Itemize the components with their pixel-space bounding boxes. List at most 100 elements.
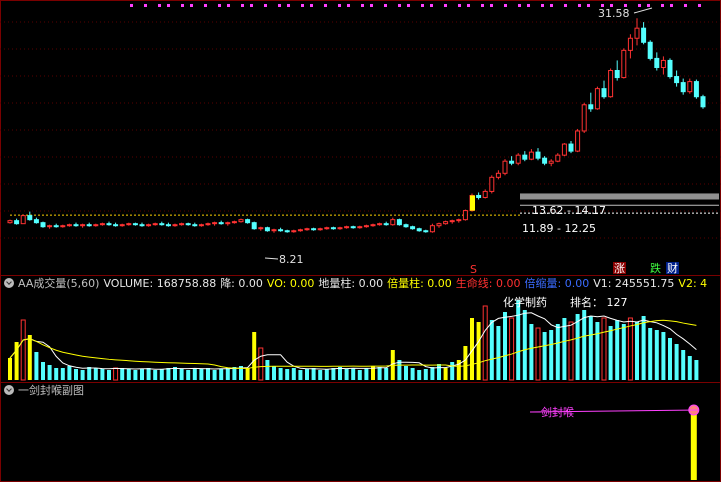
signal-dot [684,4,687,7]
volume-bar [324,369,329,380]
candle [278,229,284,232]
signal-dot [670,4,673,7]
candle [647,41,653,59]
candle [377,223,383,226]
candle [476,194,482,198]
candle [324,227,330,230]
volume-bar [219,369,224,380]
candle [443,221,449,225]
candle [311,228,317,231]
candle [614,70,620,79]
chart-canvas: 31.58 8.21 13.62 - 14.17 11.89 - 12.25 S 涨 跌财化… [0,0,721,482]
fall-label: 跌 [650,261,661,275]
signal-dot [661,4,664,7]
candle [390,219,396,226]
candle [33,219,39,224]
volume-bar [641,316,646,380]
volume-bar [430,367,435,380]
candle [396,219,402,226]
candle [482,190,488,198]
volume-bar [575,314,580,380]
signal-dot [384,4,387,7]
low-price-pointer [264,257,279,260]
signal-dot [481,4,484,7]
candle [654,57,660,68]
volume-ma60-line [9,319,697,369]
volume-bar [357,370,362,380]
legend-item: 倍缩量: 0.00 [524,277,590,290]
candle [205,223,211,226]
collapse-icon[interactable] [4,278,14,288]
signal-dot [444,4,447,7]
candle [330,227,336,230]
collapse-icon[interactable] [4,385,14,395]
candle [146,224,152,227]
candle [674,76,680,84]
candle [495,172,501,178]
candle [60,225,66,228]
volume-bar [562,318,567,380]
signal-dot [564,4,567,7]
volume-bar [186,370,191,380]
candle [258,227,264,230]
candle [667,59,673,78]
high-price-pointer [633,7,653,14]
candle [27,215,33,221]
volume-bar [93,368,98,380]
candle [66,224,72,227]
candle [416,228,422,232]
volume-bar [529,324,534,380]
volume-bar [437,364,441,380]
candle [575,130,581,152]
volume-bar [212,370,217,380]
volume-bar [298,370,303,380]
candle [363,225,369,228]
volume-bar [661,332,666,380]
candle [291,230,297,233]
volume-bar [476,322,481,380]
candle [139,224,145,227]
candle [20,215,26,225]
candle [522,154,528,160]
candle [337,227,343,230]
signal-dot [301,4,304,7]
candle [410,226,416,230]
candle [548,160,554,164]
volume-bar [377,367,382,380]
signal-dot [698,4,701,7]
candle [357,226,363,229]
candle [502,160,508,174]
signal-dot [467,4,470,7]
signal-dot [250,4,253,7]
signal-dot [347,4,350,7]
candle [106,223,112,226]
candle [126,223,132,226]
volume-bar [496,326,501,380]
candle [462,210,468,221]
candle [489,176,495,192]
volume-ma5-line [9,312,697,370]
volume-bar [364,368,369,380]
candle [47,225,53,228]
volume-bar [120,368,125,380]
signal-dot [518,4,521,7]
volume-bar [291,368,296,380]
candle [132,223,138,226]
volume-bar [509,317,515,381]
signal-dot [204,4,207,7]
signal-dot [264,4,267,7]
low-price-label: 8.21 [279,253,304,266]
candle [172,224,178,227]
volume-bar [252,332,257,380]
volume-legend: AA成交量(5,60) VOLUME: 168758.88 降: 0.00 VO: 0… [0,276,721,292]
support-band-upper [520,193,719,200]
legend-item: V2: 4 [678,277,708,290]
legend-item: 倍量柱: 0.00 [387,277,452,290]
candle [344,226,350,229]
signal-dot [181,4,184,7]
signal-dot [430,4,433,7]
volume-bar [681,350,686,380]
candle [509,160,515,164]
volume-bar [67,366,72,380]
volume-bar [272,366,276,380]
